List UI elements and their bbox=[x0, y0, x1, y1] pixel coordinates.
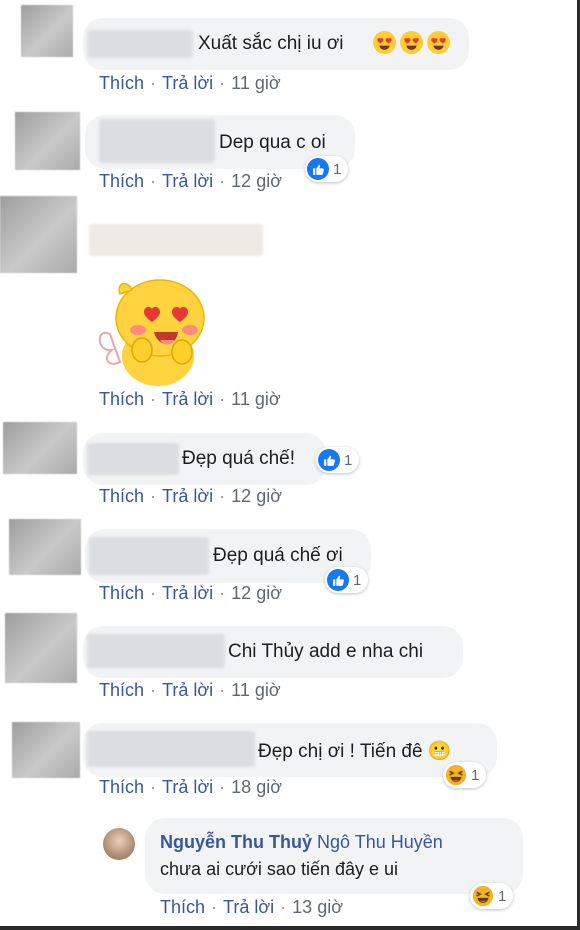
avatar-blurred[interactable] bbox=[3, 422, 77, 474]
reply-link[interactable]: Trả lời bbox=[162, 389, 213, 409]
comment-actions: Thích · Trả lời · 12 giờ bbox=[99, 583, 282, 604]
reply-link[interactable]: Trả lời bbox=[162, 486, 213, 506]
comment-actions: Thích · Trả lời · 12 giờ bbox=[99, 486, 282, 507]
comment-actions: Thích · Trả lời · 18 giờ bbox=[99, 777, 282, 798]
blurred-author-name[interactable] bbox=[87, 443, 179, 475]
reaction-summary[interactable]: 1 bbox=[316, 447, 360, 473]
heart-eyes-emoji-icon bbox=[373, 31, 396, 54]
reply-link[interactable]: Trả lời bbox=[162, 171, 213, 191]
reaction-summary[interactable]: 1 bbox=[305, 156, 349, 182]
comment-bubble: Xuất sắc chị iu ơi bbox=[83, 18, 469, 70]
like-link[interactable]: Thích bbox=[160, 897, 205, 917]
reply-link[interactable]: Trả lời bbox=[162, 73, 213, 93]
reaction-count: 1 bbox=[333, 160, 342, 178]
mention-tag[interactable]: Ngô Thu Huyền bbox=[317, 832, 443, 852]
blurred-author-name[interactable] bbox=[87, 634, 225, 668]
comment-bubble: Chi Thủy add e nha chi bbox=[83, 626, 463, 678]
blurred-author-name[interactable] bbox=[87, 30, 193, 58]
comment-actions: Thích · Trả lời · 12 giờ bbox=[99, 171, 282, 192]
comment-bubble: Đẹp chị ơi ! Tiến đê 😬 bbox=[83, 723, 497, 777]
reaction-count: 1 bbox=[471, 766, 480, 784]
avatar-blurred[interactable] bbox=[15, 112, 80, 170]
like-reaction-icon bbox=[318, 449, 340, 471]
comment-actions: Thích · Trả lời · 11 giờ bbox=[99, 73, 281, 94]
reaction-summary[interactable]: 1 bbox=[443, 762, 487, 788]
separator-dot: · bbox=[150, 777, 157, 797]
timestamp[interactable]: 12 giờ bbox=[231, 171, 282, 191]
like-link[interactable]: Thích bbox=[99, 73, 144, 93]
haha-reaction-icon bbox=[472, 885, 494, 907]
avatar-blurred[interactable] bbox=[9, 519, 81, 575]
reply-header: Nguyễn Thu Thuỷ Ngô Thu Huyền bbox=[160, 832, 443, 853]
timestamp[interactable]: 18 giờ bbox=[231, 777, 282, 797]
like-link[interactable]: Thích bbox=[99, 583, 144, 603]
heart-eyes-emoji-icon bbox=[400, 31, 423, 54]
like-reaction-icon bbox=[307, 158, 329, 180]
reply-text: chưa ai cưới sao tiến đây e ui bbox=[160, 859, 399, 879]
reaction-summary[interactable]: 1 bbox=[470, 883, 514, 909]
separator-dot: · bbox=[219, 486, 226, 506]
timestamp[interactable]: 11 giờ bbox=[231, 680, 281, 700]
reaction-count: 1 bbox=[344, 451, 353, 469]
reaction-count: 1 bbox=[353, 571, 362, 589]
blurred-author-name[interactable] bbox=[89, 224, 263, 256]
avatar-blurred[interactable] bbox=[0, 196, 77, 273]
like-link[interactable]: Thích bbox=[99, 171, 144, 191]
author-name[interactable]: Nguyễn Thu Thuỷ bbox=[160, 832, 312, 852]
separator-dot: · bbox=[211, 897, 218, 917]
heart-eyes-emoji-icon bbox=[427, 31, 450, 54]
blurred-author-name[interactable] bbox=[99, 119, 215, 163]
comment-text: Đẹp chị ơi ! Tiến đê 😬 bbox=[258, 741, 452, 762]
comment-text: Dep qua c oi bbox=[219, 132, 326, 153]
separator-dot: · bbox=[219, 583, 226, 603]
reply-link[interactable]: Trả lời bbox=[162, 680, 213, 700]
comment-text: Đẹp quá chế ơi bbox=[213, 545, 343, 566]
timestamp[interactable]: 11 giờ bbox=[231, 73, 281, 93]
separator-dot: · bbox=[219, 777, 226, 797]
like-link[interactable]: Thích bbox=[99, 486, 144, 506]
separator-dot: · bbox=[150, 73, 157, 93]
like-reaction-icon bbox=[327, 569, 349, 591]
yellow-bird-sticker bbox=[98, 272, 218, 388]
separator-dot: · bbox=[219, 73, 226, 93]
reply-link[interactable]: Trả lời bbox=[223, 897, 274, 917]
blurred-author-name[interactable] bbox=[87, 731, 255, 767]
like-link[interactable]: Thích bbox=[99, 680, 144, 700]
reaction-summary[interactable]: 1 bbox=[325, 567, 369, 593]
comment-text: Xuất sắc chị iu ơi bbox=[198, 33, 344, 54]
like-link[interactable]: Thích bbox=[99, 777, 144, 797]
timestamp[interactable]: 12 giờ bbox=[231, 583, 282, 603]
avatar[interactable] bbox=[103, 828, 135, 860]
avatar-blurred[interactable] bbox=[5, 613, 77, 683]
heart-eyes-emoji-group bbox=[370, 30, 451, 55]
reply-link[interactable]: Trả lời bbox=[162, 583, 213, 603]
timestamp[interactable]: 13 giờ bbox=[292, 897, 343, 917]
comment-text: Chi Thủy add e nha chi bbox=[228, 641, 424, 662]
separator-dot: · bbox=[150, 171, 157, 191]
comment-actions: Thích · Trả lời · 11 giờ bbox=[99, 680, 281, 701]
timestamp[interactable]: 12 giờ bbox=[231, 486, 282, 506]
separator-dot: · bbox=[150, 486, 157, 506]
blurred-author-name[interactable] bbox=[89, 537, 209, 575]
timestamp[interactable]: 11 giờ bbox=[231, 389, 281, 409]
separator-dot: · bbox=[150, 389, 157, 409]
reaction-count: 1 bbox=[498, 887, 507, 905]
comment-bubble: Đẹp quá chế! bbox=[83, 433, 326, 485]
separator-dot: · bbox=[219, 680, 226, 700]
separator-dot: · bbox=[219, 389, 226, 409]
reply-actions: Thích · Trả lời · 13 giờ bbox=[160, 897, 343, 918]
avatar-blurred[interactable] bbox=[21, 5, 73, 57]
avatar-blurred[interactable] bbox=[12, 722, 80, 778]
reply-link[interactable]: Trả lời bbox=[162, 777, 213, 797]
separator-dot: · bbox=[280, 897, 287, 917]
comment-text: Đẹp quá chế! bbox=[182, 448, 296, 469]
separator-dot: · bbox=[150, 583, 157, 603]
separator-dot: · bbox=[150, 680, 157, 700]
separator-dot: · bbox=[219, 171, 226, 191]
haha-reaction-icon bbox=[445, 764, 467, 786]
reply-bubble: Nguyễn Thu Thuỷ Ngô Thu Huyền chưa ai cư… bbox=[145, 818, 523, 894]
window-border-bottom bbox=[0, 926, 580, 930]
comment-actions: Thích · Trả lời · 11 giờ bbox=[99, 389, 281, 410]
like-link[interactable]: Thích bbox=[99, 389, 144, 409]
